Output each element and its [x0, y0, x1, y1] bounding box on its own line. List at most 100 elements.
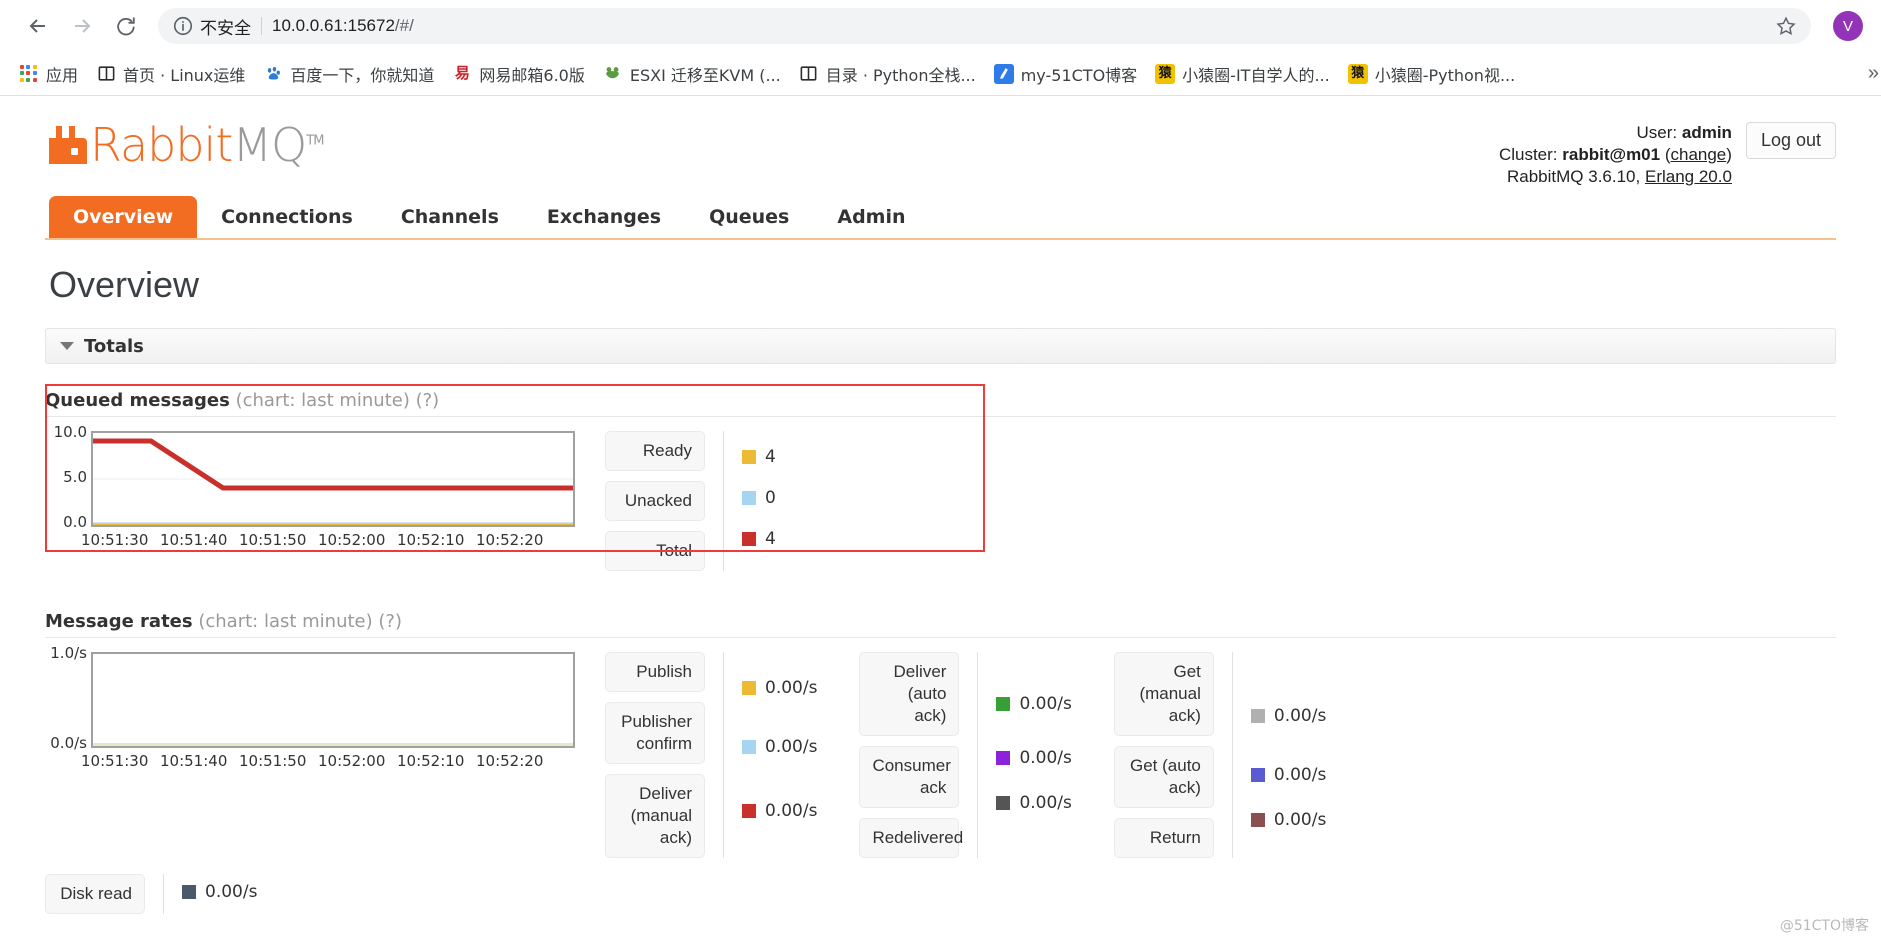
x-tick-label: 10:51:50	[239, 752, 307, 770]
legend-button-return[interactable]: Return	[1113, 818, 1214, 858]
queued-messages-chart: 10.0 5.0 0.0 10:51:30 10:51:40 10:51:50	[45, 423, 605, 549]
tab-channels[interactable]: Channels	[377, 196, 523, 238]
legend-value-deliver-auto-ack: 0.00/s	[996, 674, 1072, 733]
legend-value-get-auto-ack: 0.00/s	[1250, 750, 1326, 800]
logo-text-mq: MQ	[232, 118, 307, 172]
legend-swatch-total	[742, 531, 756, 546]
legend-number: 0.00/s	[1019, 748, 1072, 768]
legend-swatch-return	[1250, 813, 1265, 827]
yuan-icon: 猿	[1347, 63, 1368, 84]
logo-text-rabbit: Rabbit	[90, 118, 233, 172]
legend-swatch-publish	[742, 680, 756, 695]
legend-swatch-unacked	[742, 490, 756, 505]
watermark: @51CTO博客	[1779, 918, 1869, 934]
rabbitmq-logo[interactable]: RabbitMQTM	[45, 114, 324, 176]
legend-button-total[interactable]: Total	[605, 531, 705, 571]
legend-number: 4	[765, 528, 776, 549]
tab-exchanges[interactable]: Exchanges	[523, 196, 685, 238]
legend-swatch-consumer-ack	[996, 751, 1011, 765]
legend-number: 0.00/s	[765, 677, 818, 698]
main-nav-tabs: Overview Connections Channels Exchanges …	[45, 196, 1836, 240]
legend-value-publisher-confirm: 0.00/s	[742, 713, 817, 781]
queued-messages-title: Queued messages	[45, 390, 230, 411]
logout-button[interactable]: Log out	[1745, 122, 1836, 159]
legend-value-deliver-manual-ack: 0.00/s	[742, 781, 817, 841]
x-tick-label: 10:52:20	[476, 752, 544, 770]
rabbitmq-page: RabbitMQTM User: admin Cluster: rabbit@m…	[0, 96, 1881, 914]
y-tick-label: 5.0	[63, 468, 87, 486]
bookmark-linux-home[interactable]: 首页 · Linux运维	[87, 57, 254, 91]
cluster-change-link[interactable]: change	[1670, 145, 1726, 164]
x-tick-label: 10:51:30	[81, 531, 149, 549]
security-label: 不安全	[200, 18, 251, 39]
queued-messages-subtitle: (chart: last minute)	[235, 390, 410, 411]
page-title: Overview	[49, 264, 200, 305]
tab-queues[interactable]: Queues	[685, 196, 813, 238]
bookmark-apps[interactable]: 应用	[10, 57, 87, 91]
legend-divider	[163, 874, 164, 914]
bookmark-label: 网易邮箱6.0版	[479, 65, 585, 85]
legend-button-consumer-ack[interactable]: Consumer ack	[859, 746, 960, 808]
legend-button-disk-read[interactable]: Disk read	[45, 874, 145, 914]
legend-swatch-publisher-confirm	[742, 740, 756, 754]
bookmark-51cto-blog[interactable]: my-51CTO博客	[985, 57, 1146, 91]
user-info-block: User: admin Cluster: rabbit@m01 (change)…	[1499, 114, 1836, 188]
bookmark-label: my-51CTO博客	[1020, 65, 1138, 85]
legend-button-redelivered[interactable]: Redelivered	[859, 818, 963, 858]
legend-value-ready: 4	[742, 441, 776, 472]
bookmark-python-toc[interactable]: 目录 · Python全栈...	[790, 57, 985, 91]
reload-icon[interactable]	[106, 6, 146, 46]
legend-value-return: 0.00/s	[1250, 800, 1326, 840]
bookmark-netease-mail[interactable]: 易 网易邮箱6.0版	[443, 57, 593, 91]
legend-button-get-manual-ack[interactable]: Get (manual ack)	[1113, 652, 1214, 736]
legend-number: 0.00/s	[1273, 706, 1327, 726]
legend-number: 0.00/s	[1019, 693, 1072, 714]
omnibox-divider	[261, 17, 262, 35]
legend-button-publisher-confirm[interactable]: Publisher confirm	[605, 702, 705, 764]
totals-section-header[interactable]: Totals	[45, 328, 1836, 364]
x-tick-label: 10:51:30	[81, 752, 149, 770]
legend-button-unacked[interactable]: Unacked	[605, 481, 705, 521]
erlang-version-link[interactable]: Erlang 20.0	[1645, 167, 1732, 186]
message-rates-help-icon[interactable]: (?)	[378, 611, 402, 632]
bookmark-baidu[interactable]: 百度一下，你就知道	[254, 57, 443, 91]
legend-swatch-get-auto-ack	[1250, 768, 1265, 782]
legend-value-total: 4	[742, 523, 776, 554]
bookmark-xiaoyuanquan-python[interactable]: 猿 小猿圈-Python视...	[1339, 57, 1525, 91]
bookmark-label: ESXI 迁移至KVM (...	[629, 65, 781, 85]
bookmark-xiaoyuanquan-it[interactable]: 猿 小猿圈-IT自学人的...	[1146, 57, 1339, 91]
queued-messages-help-icon[interactable]: (?)	[416, 390, 440, 411]
chevron-right-icon[interactable]: »	[1868, 62, 1879, 85]
netease-mail-icon: 易	[454, 64, 470, 82]
legend-button-get-auto-ack[interactable]: Get (auto ack)	[1113, 746, 1214, 808]
message-rates-section: Message rates (chart: last minute) (?) 1…	[45, 611, 1836, 858]
legend-button-deliver-manual-ack[interactable]: Deliver (manual ack)	[605, 774, 705, 858]
legend-button-ready[interactable]: Ready	[605, 431, 705, 471]
message-rates-legend-col-3: Get (manual ack) Get (auto ack) Return 0…	[1113, 652, 1327, 858]
info-circle-icon[interactable]	[172, 15, 194, 37]
forward-arrow-icon[interactable]	[62, 6, 102, 46]
avatar[interactable]: V	[1833, 11, 1863, 41]
address-bar[interactable]: 不安全 10.0.0.61:15672/#/	[158, 8, 1811, 44]
x-tick-label: 10:52:00	[318, 531, 386, 549]
legend-button-publish[interactable]: Publish	[605, 652, 705, 692]
bookmark-esxi-kvm[interactable]: ESXI 迁移至KVM (...	[594, 57, 790, 91]
legend-number: 4	[765, 446, 776, 467]
star-icon[interactable]	[1775, 15, 1797, 37]
chevron-down-icon[interactable]	[60, 342, 74, 350]
legend-button-deliver-auto-ack[interactable]: Deliver (auto ack)	[859, 652, 960, 736]
back-arrow-icon[interactable]	[18, 6, 58, 46]
logo-trademark: TM	[306, 133, 324, 149]
tab-overview[interactable]: Overview	[49, 196, 198, 238]
tab-connections[interactable]: Connections	[197, 196, 377, 238]
legend-swatch-deliver-auto-ack	[996, 696, 1011, 711]
tab-admin[interactable]: Admin	[813, 196, 929, 238]
apps-grid-icon	[19, 64, 39, 84]
legend-swatch-deliver-manual-ack	[742, 804, 756, 818]
legend-number: 0	[765, 487, 776, 508]
x-tick-label: 10:51:50	[239, 531, 307, 549]
legend-divider	[723, 652, 724, 858]
rabbitmq-logo-mark	[45, 124, 87, 166]
x-tick-label: 10:52:00	[318, 752, 386, 770]
bookmark-label: 应用	[46, 65, 79, 85]
